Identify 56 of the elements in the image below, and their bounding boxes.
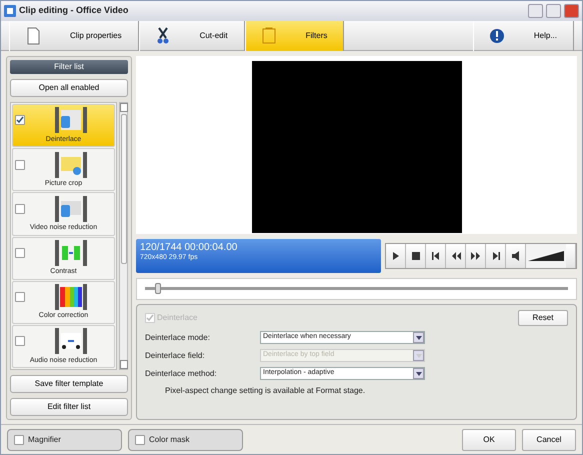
speaker-button[interactable] (506, 244, 526, 268)
fast-forward-button[interactable] (466, 244, 486, 268)
play-icon (390, 251, 400, 261)
volume-dropdown[interactable] (566, 244, 576, 268)
close-button[interactable] (564, 4, 579, 18)
filter-icon (262, 27, 276, 45)
toolbar-tab[interactable]: Help... (472, 21, 574, 51)
dropdown-arrow-icon (416, 354, 422, 358)
toolbar-tab[interactable]: Filters (244, 21, 344, 51)
checkbox-label: Magnifier (28, 434, 61, 446)
scrollbar[interactable] (119, 102, 128, 370)
minimize-button[interactable] (528, 4, 543, 18)
note-text: Pixel-aspect change setting is available at Format stage. (164, 385, 366, 397)
checkbox[interactable] (15, 160, 25, 170)
checkbox-label: Color mask (149, 434, 190, 446)
checkbox[interactable] (14, 434, 24, 444)
timecode-text: 120/1744 00:00:04.00 (140, 242, 238, 253)
rewind-button[interactable] (446, 244, 466, 268)
panel-title: Filter list (10, 60, 128, 74)
checkbox[interactable] (15, 292, 25, 302)
play-button[interactable] (386, 244, 406, 268)
checkbox[interactable] (15, 204, 25, 214)
app-icon (4, 5, 16, 17)
window-title: Clip editing - Office Video (19, 4, 128, 18)
maximize-button[interactable] (546, 4, 561, 18)
step-forward-button[interactable] (486, 244, 506, 268)
open-all-button[interactable]: Open all enabled (10, 79, 128, 97)
dropdown-arrow-icon (416, 336, 422, 340)
checkbox[interactable] (135, 434, 145, 444)
step-back-button[interactable] (426, 244, 446, 268)
step-back-icon (430, 251, 440, 261)
dialog-button[interactable]: Cancel (522, 428, 576, 450)
dropdown-arrow-icon (416, 372, 422, 376)
toolbar-tab[interactable]: Cut-edit (138, 21, 245, 51)
panel-button[interactable]: Edit filter list (10, 398, 128, 416)
stop-button[interactable] (406, 244, 426, 268)
reset-button[interactable]: Reset (518, 310, 568, 326)
seek-thumb[interactable] (154, 283, 161, 294)
scissors-icon (156, 27, 170, 45)
field-label: Deinterlace mode: (145, 332, 211, 344)
toolbar-tab[interactable]: Clip properties (9, 21, 139, 51)
checkbox[interactable] (15, 248, 25, 258)
checkbox[interactable] (15, 336, 25, 346)
panel-button[interactable]: Save filter template (10, 375, 128, 393)
speaker-icon (510, 251, 520, 261)
rewind-icon (450, 251, 460, 261)
volume-ramp-icon (528, 250, 564, 262)
checkbox[interactable] (15, 115, 25, 126)
field-label: Deinterlace method: (145, 368, 218, 380)
stop-icon (410, 251, 420, 261)
field-label: Deinterlace field: (145, 350, 206, 362)
fast-forward-icon (470, 251, 480, 261)
page-icon (26, 27, 40, 45)
dialog-button[interactable]: OK (462, 428, 516, 450)
step-forward-icon (490, 251, 500, 261)
help-icon (490, 27, 504, 45)
